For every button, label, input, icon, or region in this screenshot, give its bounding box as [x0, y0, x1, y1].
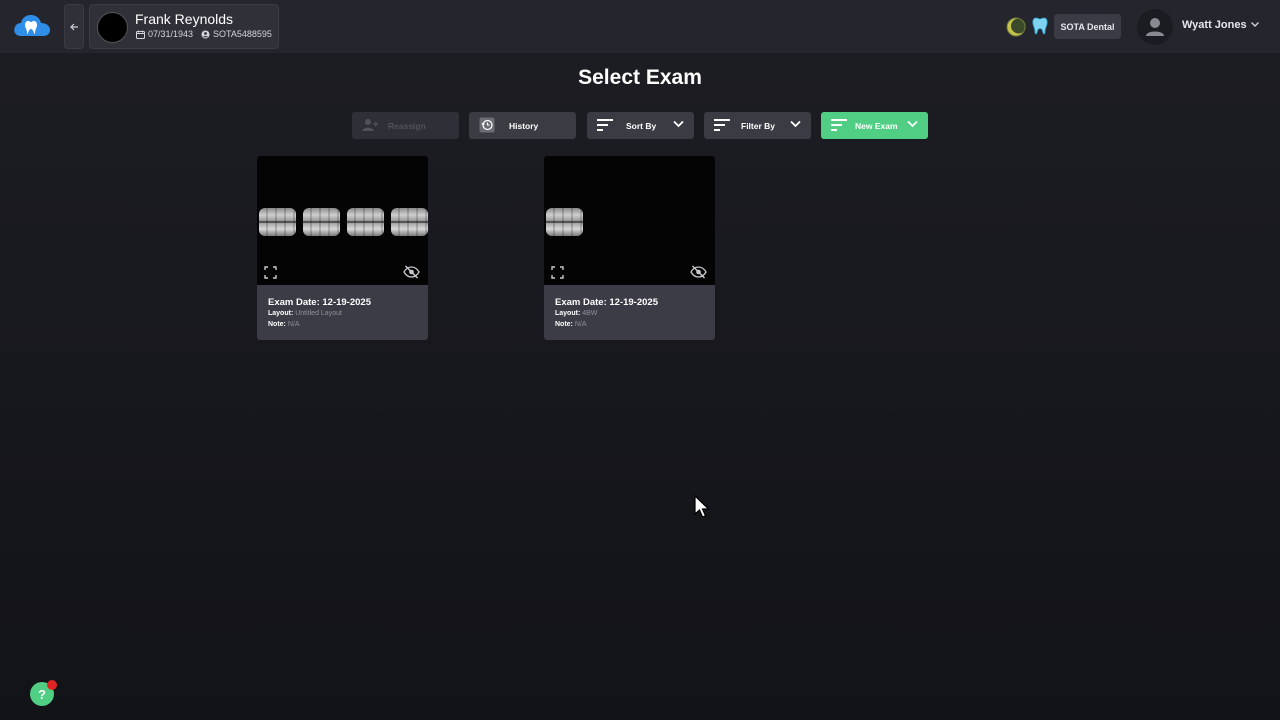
xray-image [546, 208, 583, 236]
xray-image [391, 208, 428, 236]
calendar-icon [136, 30, 145, 39]
chevron-down-icon [673, 120, 684, 128]
reassign-label: Reassign [388, 120, 426, 131]
cursor-icon [694, 495, 710, 518]
help-icon: ? [38, 686, 46, 702]
tooth-icon[interactable] [1032, 17, 1048, 36]
exam-card[interactable]: Exam Date: 12-19-2025 Layout: Untitled L… [257, 156, 428, 340]
exam-card[interactable]: Exam Date: 12-19-2025 Layout: 4BW Note: … [544, 156, 715, 340]
expand-icon[interactable] [264, 266, 277, 279]
cloud-tooth-logo-icon[interactable] [12, 12, 52, 40]
exam-layout: Layout: Untitled Layout [268, 310, 342, 317]
history-icon [479, 117, 495, 133]
exam-date: Exam Date: 12-19-2025 [555, 297, 658, 308]
notification-dot [47, 680, 57, 690]
user-avatar-icon [1146, 18, 1164, 36]
exam-note-value: N/A [574, 321, 587, 328]
filter-by-dropdown[interactable]: Filter By [704, 112, 811, 139]
xray-image [347, 208, 384, 236]
reassign-button[interactable]: Reassign [352, 112, 459, 139]
patient-name: Frank Reynolds [135, 11, 234, 27]
patient-id: SOTA5488595 [213, 29, 272, 39]
filter-by-label: Filter By [741, 120, 776, 131]
patient-dob: 07/31/1943 [148, 29, 194, 39]
exam-layout-value: 4BW [582, 310, 598, 317]
chevron-down-icon [907, 120, 918, 128]
sort-icon [597, 119, 613, 131]
practice-badge[interactable]: SOTA Dental [1054, 14, 1121, 39]
filter-icon [714, 119, 730, 131]
exam-layout-value: Untitled Layout [295, 310, 342, 317]
patient-avatar [97, 12, 128, 43]
new-exam-label: New Exam [855, 120, 898, 131]
user-avatar[interactable] [1137, 9, 1173, 45]
exam-layout-label: Layout: [555, 310, 581, 317]
patient-meta: 07/31/1943 SOTA5488595 [136, 29, 272, 39]
exam-thumbnail[interactable] [257, 156, 428, 285]
exam-layout: Layout: 4BW [555, 310, 597, 317]
exam-note-label: Note: [555, 321, 573, 328]
exam-thumbnail[interactable] [544, 156, 715, 285]
sort-by-label: Sort By [626, 120, 657, 131]
exam-layout-label: Layout: [268, 310, 294, 317]
top-bar: Frank Reynolds 07/31/1943 SOTA5488595 SO… [0, 0, 1280, 53]
exam-note-value: N/A [287, 321, 300, 328]
exam-date: Exam Date: 12-19-2025 [268, 297, 371, 308]
new-exam-dropdown[interactable]: New Exam [821, 112, 928, 139]
arrow-left-icon [69, 23, 78, 30]
sort-by-dropdown[interactable]: Sort By [587, 112, 694, 139]
user-id-icon [201, 30, 210, 38]
eye-off-icon[interactable] [690, 265, 707, 279]
xray-image [259, 208, 296, 236]
chevron-down-icon[interactable] [1250, 21, 1260, 28]
new-exam-icon [831, 119, 847, 131]
patient-card[interactable]: Frank Reynolds 07/31/1943 SOTA5488595 [89, 4, 279, 49]
exam-note-label: Note: [268, 321, 286, 328]
expand-icon[interactable] [551, 266, 564, 279]
chevron-down-icon [790, 120, 801, 128]
xray-image [303, 208, 340, 236]
exam-note: Note: N/A [268, 321, 300, 328]
user-reassign-icon [362, 119, 378, 131]
moon-status-icon[interactable] [1006, 17, 1026, 37]
page-title: Select Exam [578, 66, 702, 89]
user-name[interactable]: Wyatt Jones [1182, 19, 1247, 31]
eye-off-icon[interactable] [403, 265, 420, 279]
history-button[interactable]: History [469, 112, 576, 139]
exam-note: Note: N/A [555, 321, 587, 328]
back-button[interactable] [64, 4, 84, 49]
history-label: History [509, 120, 539, 131]
